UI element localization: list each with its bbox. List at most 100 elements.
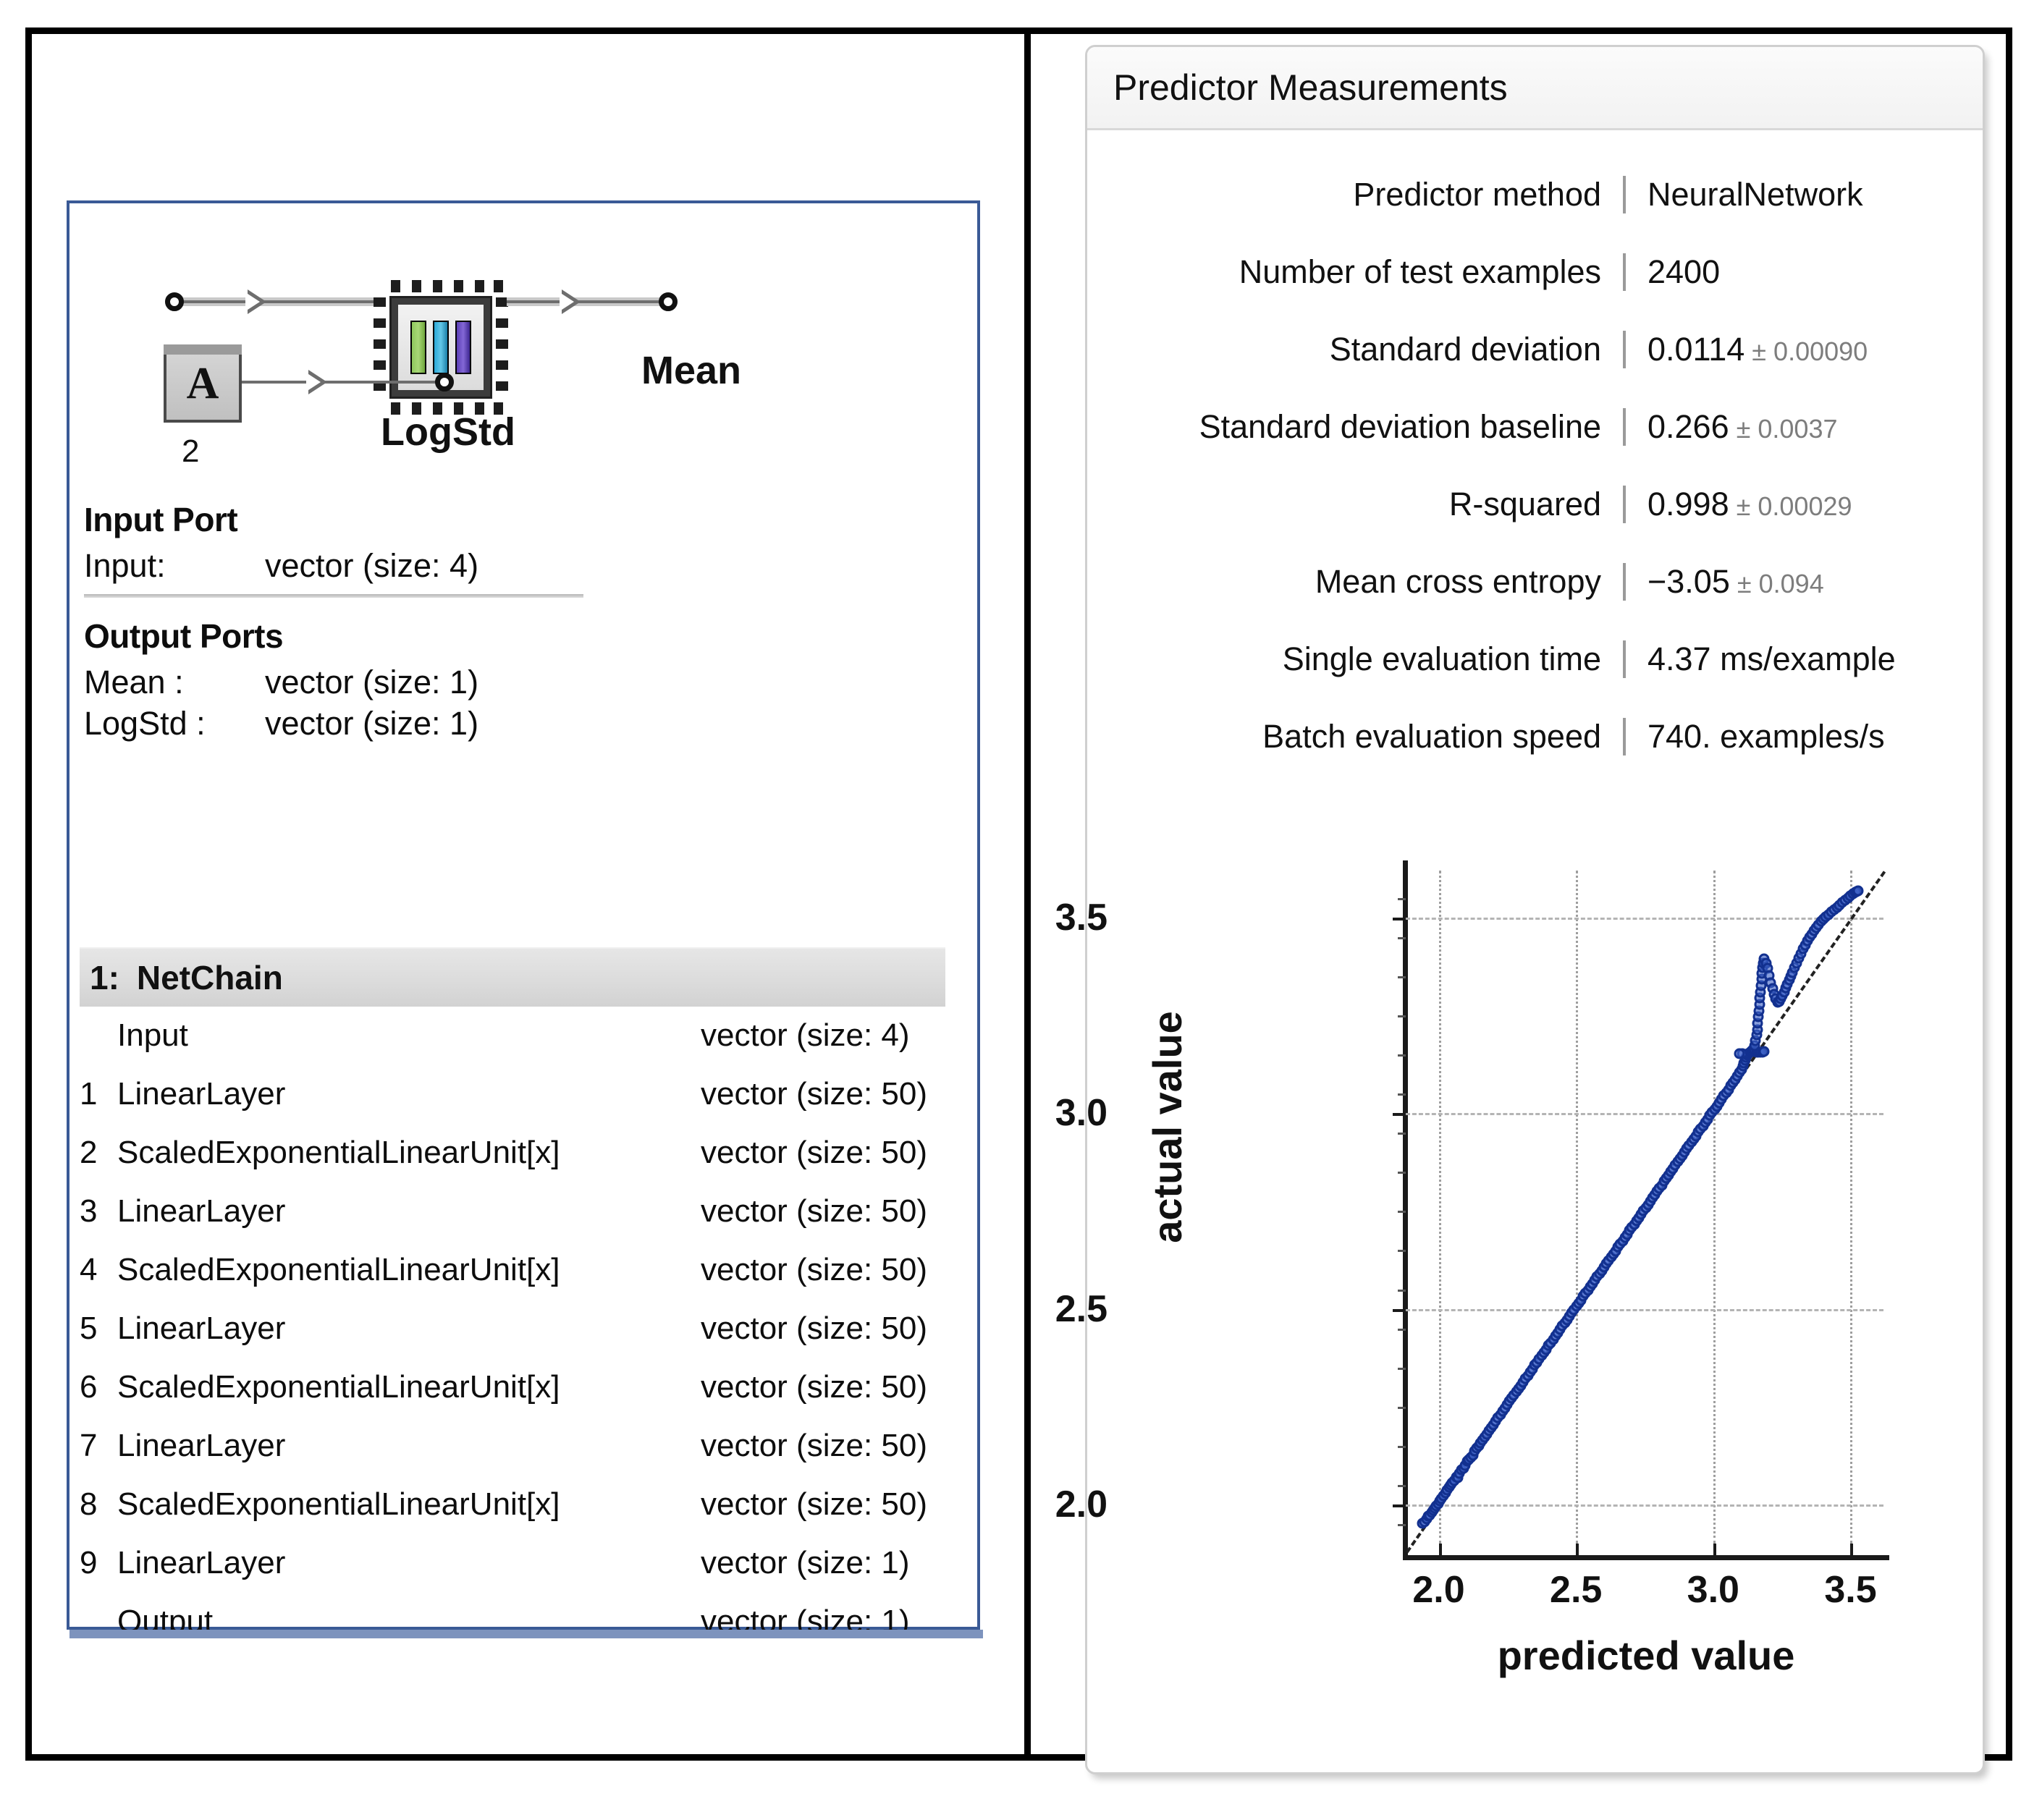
measurement-label: Batch evaluation speed — [1262, 717, 1601, 755]
chart-y-minor-tick — [1398, 897, 1406, 900]
output-port-type-mean: vector (size: 1) — [265, 663, 479, 701]
measurement-row: Batch evaluation speed 740. examples/s — [1087, 698, 1983, 775]
layer-name: ScaledExponentialLinearUnit[x] — [117, 1369, 560, 1405]
measurement-value: 0.998 ± 0.00029 — [1623, 485, 1983, 523]
netchain-layer-row[interactable]: 4 ScaledExponentialLinearUnit[x] vector (s… — [80, 1252, 955, 1311]
measurement-label: Predictor method — [1353, 175, 1601, 213]
chart-x-tick — [1438, 1544, 1442, 1557]
netchain-layer-row[interactable]: 9 LinearLayer vector (size: 1) — [80, 1545, 955, 1604]
chart-gridline-vertical — [1713, 871, 1716, 1544]
layer-output-type: vector (size: 50) — [701, 1193, 927, 1229]
mean-label: Mean — [641, 349, 742, 392]
measurement-uncertainty: ± 0.0037 — [1729, 413, 1838, 444]
measurement-value: −3.05 ± 0.094 — [1623, 562, 1983, 601]
measurement-value: 2400 — [1623, 253, 1983, 291]
chart-y-minor-tick — [1398, 936, 1406, 939]
output-port-row-logstd: LogStd : vector (size: 1) — [84, 703, 969, 745]
netchain-layer-table: Input vector (size: 4) 1 LinearLayer vector … — [80, 1017, 955, 1662]
input-port-circle[interactable] — [165, 292, 184, 311]
chart-gridline-horizontal — [1406, 1113, 1883, 1116]
netchain-layer-row[interactable]: Input vector (size: 4) — [80, 1017, 955, 1076]
netchain-layer-row[interactable]: 5 LinearLayer vector (size: 50) — [80, 1311, 955, 1369]
measurement-row: Standard deviation 0.0114 ± 0.00090 — [1087, 310, 1983, 388]
chart-data-point — [1758, 1046, 1770, 1057]
chart-x-tick-label: 2.5 — [1550, 1569, 1603, 1611]
a-tile-top-bar — [164, 344, 242, 355]
layer-name: LinearLayer — [117, 1076, 286, 1112]
measurement-value: NeuralNetwork — [1623, 175, 1983, 213]
layer-name: ScaledExponentialLinearUnit[x] — [117, 1252, 560, 1287]
layer-index: 1 — [80, 1076, 98, 1112]
a-tile-count: 2 — [182, 433, 200, 469]
measurement-row: Predictor method NeuralNetwork — [1087, 156, 1983, 233]
netchain-layer-row[interactable]: 3 LinearLayer vector (size: 50) — [80, 1193, 955, 1252]
input-port-type: vector (size: 4) — [265, 547, 479, 584]
measurement-label: Standard deviation — [1329, 330, 1601, 368]
measurement-value-main: NeuralNetwork — [1647, 175, 1863, 213]
netchain-layer-row[interactable]: 2 ScaledExponentialLinearUnit[x] vector (s… — [80, 1135, 955, 1193]
netchain-layer-row[interactable]: 6 ScaledExponentialLinearUnit[x] vector (s… — [80, 1369, 955, 1428]
measurement-value: 4.37 ms/example — [1623, 640, 1983, 678]
layer-name: LinearLayer — [117, 1545, 286, 1580]
chart-x-tick-label: 3.5 — [1824, 1569, 1877, 1611]
chart-gridline-horizontal — [1406, 917, 1883, 920]
network-summary-panel[interactable]: A 2 Mean LogStd Input Port Input: vector… — [67, 200, 980, 1639]
measurement-label: Number of test examples — [1239, 253, 1601, 290]
chart-y-minor-tick — [1398, 1054, 1406, 1057]
layer-name: LinearLayer — [117, 1193, 286, 1229]
netchain-layer-row[interactable]: 8 ScaledExponentialLinearUnit[x] vector (s… — [80, 1486, 955, 1545]
chart-y-minor-tick — [1398, 1211, 1406, 1214]
chart-y-minor-tick — [1398, 1328, 1406, 1331]
neural-net-chip-icon[interactable] — [374, 280, 508, 415]
measurement-row: Number of test examples 2400 — [1087, 233, 1983, 310]
measurement-value: 740. examples/s — [1623, 717, 1983, 755]
input-arrow-icon — [245, 289, 266, 314]
layer-index: 3 — [80, 1193, 98, 1229]
layer-output-type: vector (size: 4) — [701, 1017, 910, 1053]
layer-output-type: vector (size: 50) — [701, 1076, 927, 1112]
output-port-row-mean: Mean : vector (size: 1) — [84, 661, 969, 703]
chart-y-minor-tick — [1398, 1523, 1406, 1526]
chart-x-tick-label: 2.0 — [1412, 1569, 1465, 1611]
measurement-label: R-squared — [1448, 485, 1601, 522]
chart-y-tick — [1393, 1308, 1406, 1312]
measurement-value-main: −3.05 — [1647, 562, 1730, 600]
layer-name: Input — [117, 1017, 188, 1053]
chart-y-minor-tick — [1398, 1172, 1406, 1174]
chart-y-minor-tick — [1398, 1367, 1406, 1370]
output-ports-heading: Output Ports — [84, 617, 284, 655]
chart-y-minor-tick — [1398, 1133, 1406, 1135]
network-panel-shadow — [69, 1630, 983, 1638]
measurements-table: Predictor method NeuralNetwork Number of t… — [1087, 156, 1983, 775]
measurement-value: 0.266 ± 0.0037 — [1623, 407, 1983, 446]
chart-x-tick — [1576, 1544, 1579, 1557]
measurement-label: Mean cross entropy — [1315, 562, 1601, 600]
input-port-name: Input: — [84, 547, 166, 584]
chart-plot-area — [1406, 871, 1886, 1554]
layer-output-type: vector (size: 50) — [701, 1486, 927, 1522]
output-port-name-logstd: LogStd : — [84, 705, 206, 742]
netchain-header[interactable]: 1: NetChain — [80, 947, 945, 1007]
netchain-layer-row[interactable]: 1 LinearLayer vector (size: 50) — [80, 1076, 955, 1135]
a-tile[interactable]: A — [164, 344, 242, 423]
mean-output-port-circle[interactable] — [659, 292, 678, 311]
chart-x-tick — [1850, 1544, 1854, 1557]
chart-y-tick-label: 2.5 — [1055, 1287, 1108, 1330]
chart-gridline-horizontal — [1406, 1504, 1883, 1507]
measurement-row: R-squared 0.998 ± 0.00029 — [1087, 465, 1983, 543]
measurement-uncertainty: ± 0.00090 — [1744, 336, 1868, 366]
logstd-output-port-circle[interactable] — [435, 373, 454, 391]
input-port-row: Input: vector (size: 4) — [84, 545, 969, 587]
mean-wire — [507, 300, 663, 303]
figure-frame: A 2 Mean LogStd Input Port Input: vector… — [25, 27, 2012, 1774]
predictor-measurements-title: Predictor Measurements — [1113, 67, 1508, 108]
measurement-value-main: 0.266 — [1647, 407, 1729, 445]
layer-index: 4 — [80, 1252, 98, 1287]
measurement-value-main: 4.37 ms/example — [1647, 640, 1896, 677]
chart-y-tick-label: 3.0 — [1055, 1092, 1108, 1135]
layer-index: 8 — [80, 1486, 98, 1522]
chart-x-tick — [1713, 1544, 1716, 1557]
netchain-layer-row[interactable]: 7 LinearLayer vector (size: 50) — [80, 1428, 955, 1486]
predictor-measurements-card[interactable]: Predictor Measurements Predictor method N… — [1055, 45, 1985, 1774]
network-diagram: A 2 Mean LogStd — [69, 203, 977, 507]
